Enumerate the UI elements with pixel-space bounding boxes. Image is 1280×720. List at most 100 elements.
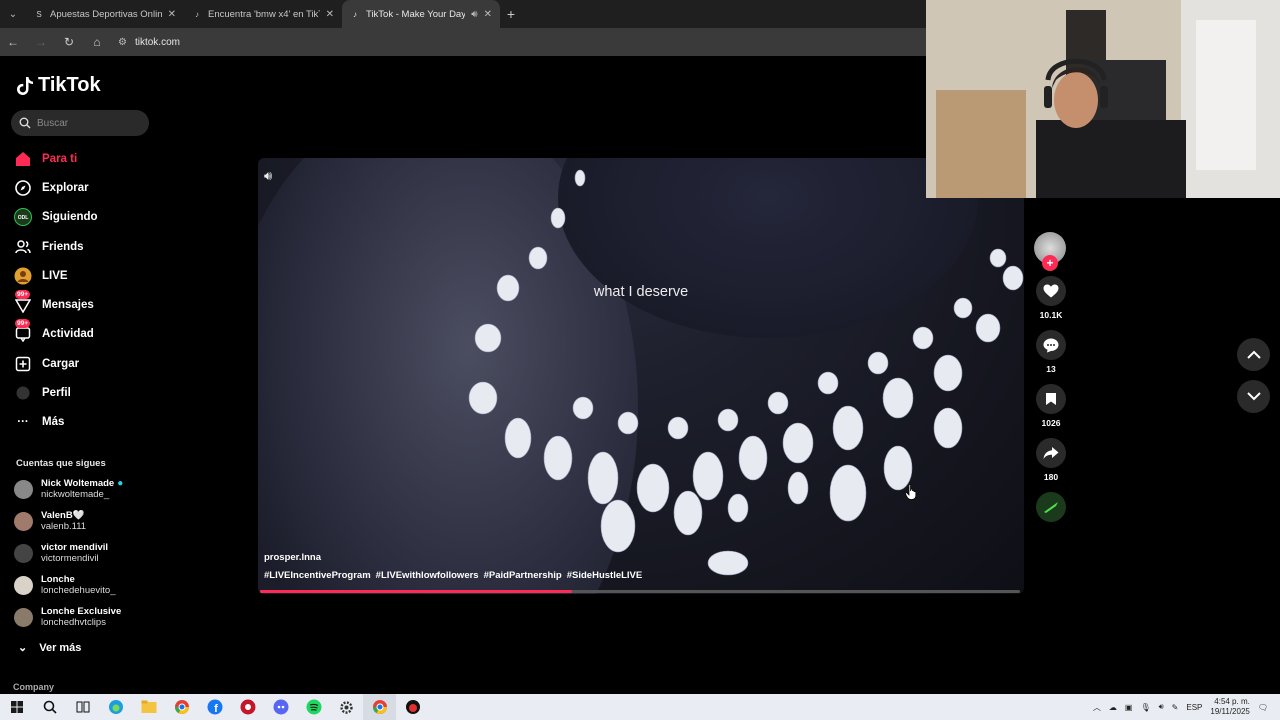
svg-text:ODL: ODL	[18, 215, 29, 221]
tab-title: TikTok - Make Your Day	[366, 8, 466, 20]
company-link[interactable]: Company	[13, 682, 54, 692]
share-button[interactable]: 180	[1034, 438, 1068, 490]
account-handle: nickwoltemade_	[41, 489, 110, 500]
speaker-icon[interactable]: 🔊︎	[1159, 702, 1164, 712]
facebook-icon[interactable]: f	[198, 694, 231, 720]
sidebar-item-perfil[interactable]: Perfil	[14, 378, 154, 407]
like-button[interactable]: 10.1K	[1034, 276, 1068, 328]
chrome-icon[interactable]	[165, 694, 198, 720]
video-progress-bar[interactable]	[260, 590, 1020, 593]
search-input[interactable]: Buscar	[11, 110, 149, 136]
notification-icon[interactable]: 🗨︎	[1258, 703, 1268, 712]
task-view-icon[interactable]	[66, 694, 99, 720]
previous-video-button[interactable]	[1237, 338, 1270, 371]
sidebar-item-mas[interactable]: ··· Más	[14, 408, 154, 437]
sidebar-item-cargar[interactable]: Cargar	[14, 349, 154, 378]
hashtag-link[interactable]: #PaidPartnership	[484, 570, 562, 581]
new-tab-button[interactable]: +	[500, 6, 522, 22]
site-info-icon[interactable]: ⚙	[118, 37, 127, 48]
comment-button[interactable]: 13	[1034, 330, 1068, 382]
sidebar-item-label: Cargar	[42, 357, 80, 370]
url-field[interactable]: ⚙ tiktok.com	[118, 37, 180, 48]
follow-plus-icon[interactable]: +	[1042, 255, 1058, 271]
account-name: ValenB🤍	[41, 510, 85, 521]
account-handle: lonchedehuevito_	[41, 585, 116, 596]
home-icon[interactable]: ⌂	[90, 35, 104, 49]
followed-account-item[interactable]: Nick Woltemade ● nickwoltemade_	[14, 478, 154, 500]
tiktok-logo[interactable]: TikTok	[16, 74, 101, 97]
sidebar-item-siguiendo[interactable]: ODL Siguiendo	[14, 203, 154, 232]
see-more-button[interactable]: ⌄ Ver más	[18, 641, 81, 655]
pen-icon[interactable]: ✎	[1172, 703, 1179, 712]
browser-tab-encuentra[interactable]: ♪ Encuentra 'bmw x4' en TikTok | ✕	[184, 0, 342, 28]
following-section-title: Cuentas que sigues	[16, 458, 106, 469]
sidebar-item-label: Friends	[42, 240, 84, 253]
cloud-icon[interactable]: ☁	[1109, 703, 1117, 712]
hashtag-link[interactable]: #LIVEIncentiveProgram	[264, 570, 371, 581]
app-bug-icon[interactable]	[396, 694, 429, 720]
sidebar-item-label: Mensajes	[42, 299, 94, 312]
next-video-button[interactable]	[1237, 380, 1270, 413]
sidebar-item-actividad[interactable]: 99+ Actividad	[14, 319, 154, 349]
compass-icon	[14, 179, 32, 197]
microphone-icon[interactable]: 🎙︎	[1140, 703, 1150, 712]
tiktok-favicon-icon: ♪	[353, 9, 357, 19]
sidebar-item-friends[interactable]: Friends	[14, 232, 154, 261]
video-progress-fill	[260, 590, 572, 593]
creator-avatar[interactable]: +	[1034, 232, 1066, 271]
clock-time: 4:54 p. m.	[1214, 697, 1250, 706]
sidebar-item-label: Más	[42, 416, 65, 429]
browser-tab-tiktok[interactable]: ♪ TikTok - Make Your Day 🔊︎ ✕	[342, 0, 500, 28]
discord-icon[interactable]	[264, 694, 297, 720]
video-creator[interactable]: prosper.lnna	[264, 552, 321, 563]
spotify-icon[interactable]	[297, 694, 330, 720]
hashtag-link[interactable]: #SideHustleLIVE	[567, 570, 643, 581]
file-explorer-icon[interactable]	[132, 694, 165, 720]
account-name: Lonche Exclusive	[41, 606, 122, 617]
network-icon[interactable]: ▣	[1125, 703, 1133, 712]
back-icon[interactable]: ←	[6, 35, 20, 49]
video-player[interactable]: 🔊︎ what I deserve prosper.lnna #LIVEInce…	[258, 158, 1024, 594]
music-disc-button[interactable]	[1034, 492, 1068, 544]
sidebar-item-mensajes[interactable]: 99+ Mensajes	[14, 290, 154, 319]
forward-icon[interactable]: →	[34, 35, 48, 49]
hashtag-link[interactable]: #LIVEwithlowfollowers	[376, 570, 479, 581]
windows-start-icon[interactable]	[0, 694, 33, 720]
sidebar-item-live[interactable]: LIVE	[14, 261, 154, 290]
close-tab-icon[interactable]: ✕	[484, 9, 492, 20]
sidebar-item-explorar[interactable]: Explorar	[14, 173, 154, 202]
chrome-active-icon[interactable]	[363, 694, 396, 720]
tab-search-menu-icon[interactable]: ⌄	[0, 0, 26, 28]
followed-account-item[interactable]: Lonche Exclusive lonchedhvtclips	[14, 606, 154, 628]
share-count: 180	[1043, 472, 1059, 482]
sidebar-item-label: Perfil	[42, 387, 71, 400]
screen-recorder-icon[interactable]	[231, 694, 264, 720]
volume-icon[interactable]: 🔊︎	[264, 168, 272, 184]
tab-favicon-icon: S	[36, 9, 42, 19]
avatar	[14, 575, 33, 595]
save-button[interactable]: 1026	[1034, 384, 1068, 436]
chevron-up-icon	[1246, 350, 1261, 359]
followed-account-item[interactable]: Lonche lonchedehuevito_	[14, 574, 154, 596]
reload-icon[interactable]: ↻	[62, 35, 76, 49]
followed-account-item[interactable]: ValenB🤍 valenb.111	[14, 510, 154, 532]
close-tab-icon[interactable]: ✕	[326, 9, 334, 20]
settings-gear-icon[interactable]	[330, 694, 363, 720]
tab-audio-icon[interactable]: 🔊︎	[471, 9, 477, 20]
clock[interactable]: 4:54 p. m. 19/11/2025	[1210, 697, 1249, 717]
sidebar-item-label: Actividad	[42, 328, 94, 341]
tiktok-favicon-icon: ♪	[195, 9, 199, 19]
activity-icon: 99+	[14, 319, 32, 343]
edge-icon[interactable]	[99, 694, 132, 720]
account-handle: valenb.111	[41, 521, 87, 532]
comment-count: 13	[1046, 364, 1056, 374]
tray-expand-icon[interactable]: ︿	[1093, 702, 1101, 713]
browser-tab-apuestas[interactable]: S Apuestas Deportivas Online - Fi ✕	[26, 0, 184, 28]
search-icon[interactable]	[33, 694, 66, 720]
close-tab-icon[interactable]: ✕	[168, 9, 176, 20]
live-icon	[14, 267, 32, 285]
followed-account-item[interactable]: victor mendivil victormendivil	[14, 542, 154, 564]
language-indicator[interactable]: ESP	[1186, 703, 1202, 712]
sidebar-item-para-ti[interactable]: Para ti	[14, 144, 154, 173]
video-caption: what I deserve	[593, 284, 689, 300]
